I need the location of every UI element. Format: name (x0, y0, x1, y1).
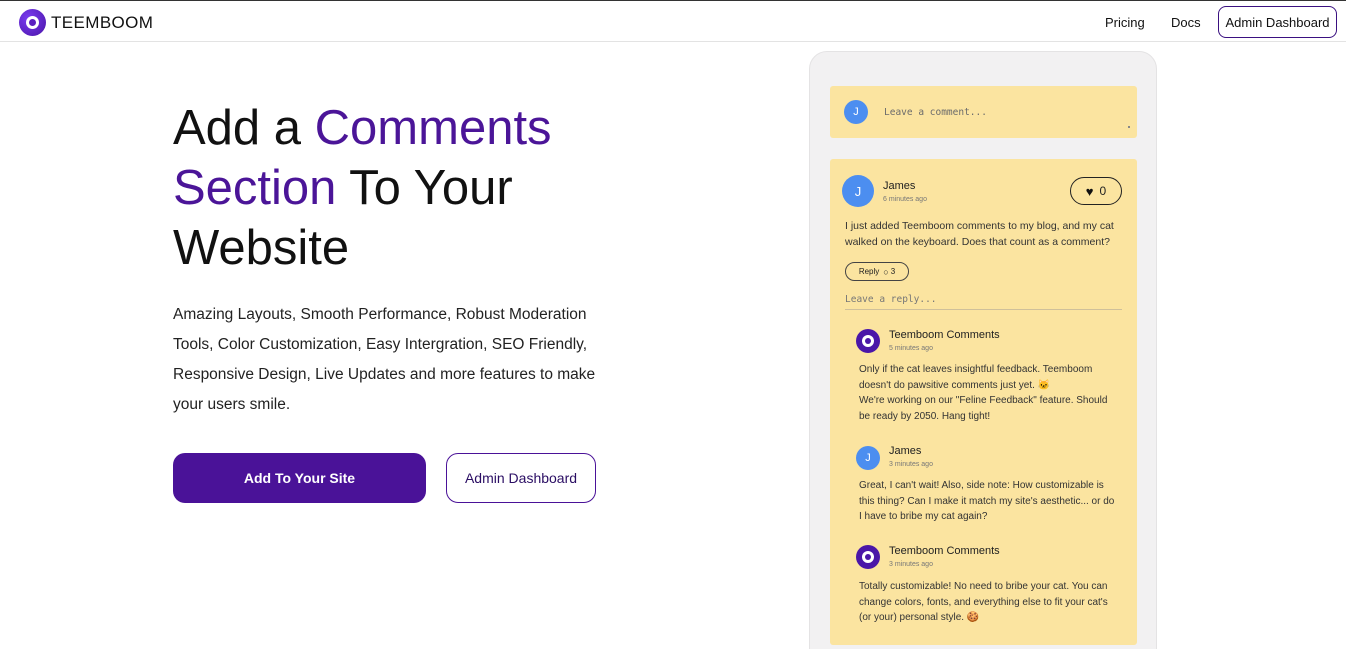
reply-time: 3 minutes ago (889, 461, 933, 468)
reply-line: Totally customizable! No need to bribe y… (859, 581, 1108, 592)
reply-line: I have to bribe my cat again? (859, 511, 988, 522)
reply-line: Only if the cat leaves insightful feedba… (859, 364, 1093, 375)
comment-author: James (883, 180, 916, 192)
avatar: J (856, 446, 880, 470)
nav-pricing-link[interactable]: Pricing (1105, 15, 1145, 30)
reply-input[interactable]: Leave a reply... (845, 294, 937, 305)
reply-time: 5 minutes ago (889, 345, 933, 352)
teemboom-avatar-icon (856, 545, 880, 569)
reply-count: 3 (890, 267, 896, 276)
reply-input-underline (845, 309, 1122, 310)
reply-line: We're working on our "Feline Feedback" f… (859, 395, 1108, 406)
brand-name: TEEMBOOM (51, 12, 154, 32)
teemboom-logo-icon (19, 9, 46, 36)
avatar: J (844, 100, 868, 124)
teemboom-avatar-icon (856, 329, 880, 353)
like-button[interactable]: ♥ 0 (1070, 177, 1122, 205)
reply-line: change colors, fonts, and everything els… (859, 596, 1108, 608)
reply-line: Great, I can't wait! Also, side note: Ho… (859, 480, 1104, 491)
comment-bubble-icon: ○ (883, 266, 889, 277)
hero-title-part1: Add a (173, 101, 315, 155)
reply-author: James (889, 445, 922, 457)
comment-input[interactable]: Leave a comment... (884, 107, 987, 118)
comment-body: I just added Teemboom comments to my blo… (845, 220, 1114, 248)
top-navbar: TEEMBOOM Pricing Docs Admin Dashboard (0, 0, 1346, 42)
reply-author: Teemboom Comments (889, 545, 1000, 557)
add-to-your-site-button[interactable]: Add To Your Site (173, 453, 426, 503)
brand[interactable]: TEEMBOOM (19, 9, 153, 36)
comment-time: 6 minutes ago (883, 196, 927, 203)
avatar: J (842, 175, 874, 207)
heart-icon: ♥ (1085, 183, 1094, 199)
reply-time: 3 minutes ago (889, 561, 933, 568)
reply-body: Great, I can't wait! Also, side note: Ho… (859, 478, 1129, 525)
hero-title: Add a Comments Section To Your Website (173, 98, 613, 278)
reply-line: doesn't do pawsitive comments just yet. … (859, 379, 1051, 391)
reply-line: (or your) personal style. 🍪 (859, 612, 980, 623)
reply-button[interactable]: Reply ○ 3 (845, 262, 909, 281)
like-count: 0 (1099, 184, 1107, 198)
hero-description: Amazing Layouts, Smooth Performance, Rob… (173, 306, 596, 413)
reply-line: this thing? Can I make it match my site'… (859, 495, 1115, 507)
reply-line: be ready by 2050. Hang tight! (859, 410, 991, 422)
nav-docs-link[interactable]: Docs (1171, 15, 1201, 30)
reply-body: Only if the cat leaves insightful feedba… (859, 362, 1129, 424)
reply-author: Teemboom Comments (889, 329, 1000, 341)
reply-label: Reply (858, 267, 880, 276)
admin-dashboard-button[interactable]: Admin Dashboard (446, 453, 596, 503)
resize-handle-icon (1128, 126, 1130, 128)
reply-body: Totally customizable! No need to bribe y… (859, 579, 1129, 626)
nav-admin-dashboard-button[interactable]: Admin Dashboard (1218, 6, 1337, 38)
